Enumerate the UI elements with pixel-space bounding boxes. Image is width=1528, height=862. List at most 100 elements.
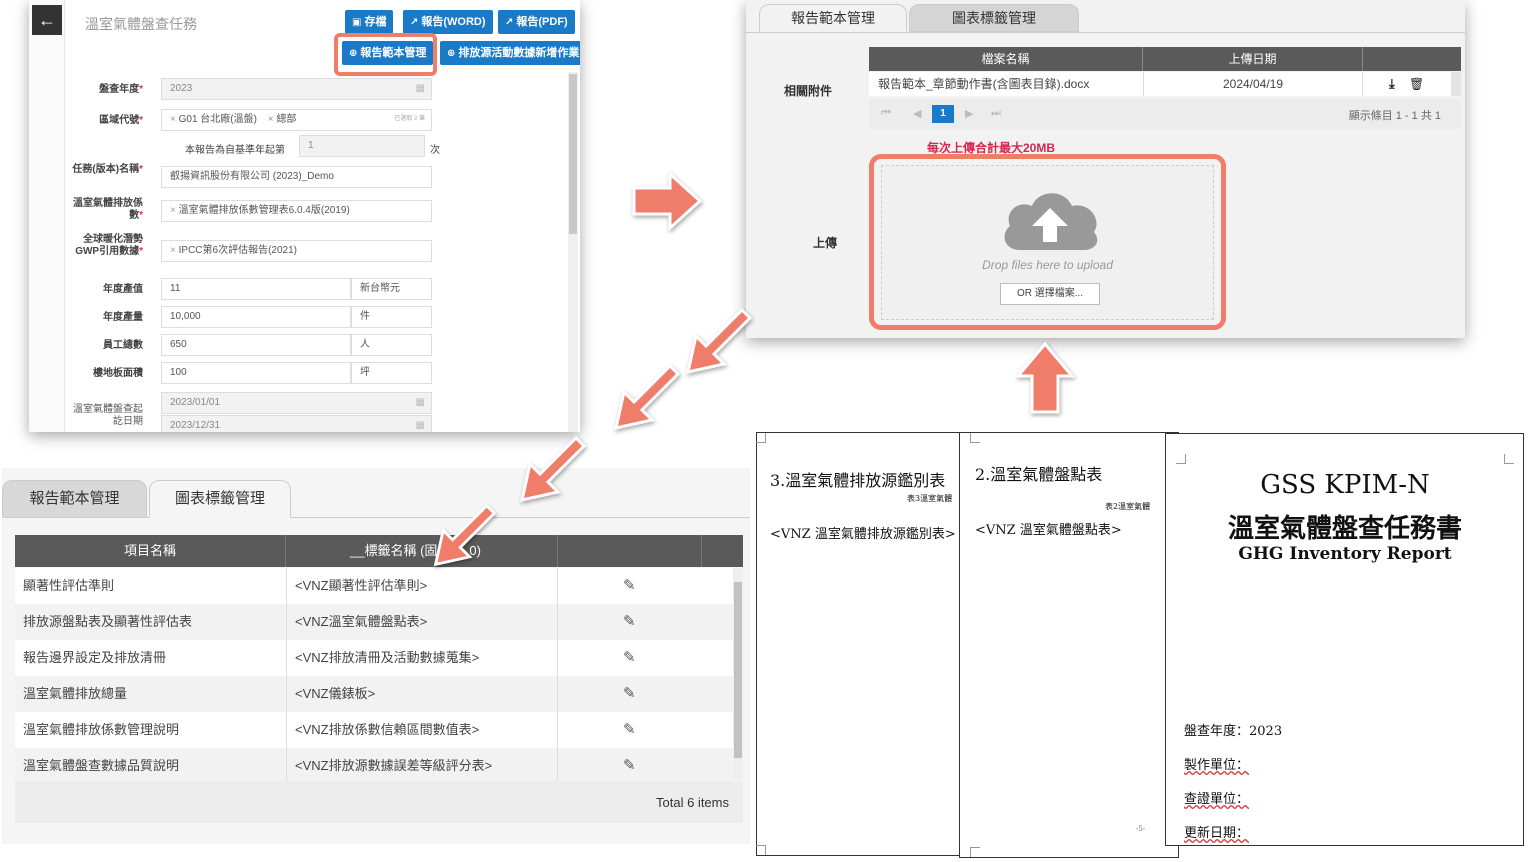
page-number: -5-	[1136, 825, 1146, 833]
column-tag-name[interactable]: __標籤名稱 (固 0)	[286, 535, 558, 567]
task-form-panel: ← 溫室氣體盤查任務 ▣ 存檔 ↗ 報告(WORD) ↗ 報告(PDF) ⊕ 報告範本管…	[29, 0, 580, 432]
cover-title: GSS KPIM-N	[1260, 470, 1430, 500]
grid-footer: Total 6 items	[15, 781, 743, 823]
form-scrollbar[interactable]	[568, 72, 578, 432]
item-name-cell: 溫室氣體排放總量	[23, 686, 128, 701]
period-start-input[interactable]: 2023/01/01 ▦	[161, 392, 432, 414]
form-body: 盤查年度* 2023 ▦ 區域代號* × G01 台北廠(溫盤) × 總部 已選取…	[65, 72, 580, 432]
floor-area-input[interactable]: 100	[161, 362, 351, 384]
employees-unit: 人	[351, 334, 432, 356]
left-bar: ←	[29, 0, 65, 432]
cover-title-en: GHG Inventory Report	[1238, 544, 1452, 564]
column-item-name[interactable]: 項目名稱	[15, 535, 286, 567]
edit-icon[interactable]: ✎	[623, 640, 636, 676]
table-row[interactable]: 報告範本_章節動作書(含圖表目錄).docx 2024/04/19 ⤓ 🗑	[869, 72, 1461, 96]
cover-updated: 更新日期：	[1184, 826, 1250, 841]
back-button[interactable]: ←	[32, 5, 62, 35]
cloud-upload-icon	[1004, 193, 1098, 250]
table-row[interactable]: 排放源盤點表及顯著性評估表 <VNZ溫室氣體盤點表> ✎	[15, 604, 733, 640]
emission-factor-select[interactable]: × 溫室氣體排放係數管理表6.0.4版(2019)	[161, 200, 432, 222]
period-end-input[interactable]: 2023/12/31 ▦	[161, 415, 432, 432]
doc-heading: 3.溫室氣體排放源鑑別表	[770, 471, 946, 490]
page-number-button[interactable]: 1	[932, 105, 954, 123]
tag-name-cell: <VNZ排放清冊及活動數據蒐集>	[286, 640, 558, 676]
edit-icon[interactable]: ✎	[623, 676, 636, 712]
tab-tag-mgmt[interactable]: 圖表標籤管理	[149, 480, 291, 518]
last-page-icon[interactable]: ⏭	[991, 107, 1001, 120]
tag-name-cell: <VNZ排放源數據誤差等級評分表>	[286, 748, 558, 784]
output-value-input[interactable]: 11	[161, 278, 351, 300]
doc-page-inventory: 2.溫室氣體盤點表 表2溫室氣體 <VNZ 溫室氣體盤點表> -5-	[959, 432, 1179, 858]
tag-name-cell: <VNZ儀錶板>	[286, 676, 558, 712]
report-pdf-button[interactable]: ↗ 報告(PDF)	[498, 10, 575, 34]
tag-grid-scrollbar[interactable]	[733, 568, 743, 780]
drop-hint: Drop files here to upload	[982, 258, 1113, 272]
column-file-name[interactable]: 檔案名稱	[869, 47, 1143, 71]
save-icon: ▣	[352, 17, 362, 28]
doc-tag: <VNZ 溫室氣體盤點表>	[975, 523, 1122, 538]
year-input[interactable]: 2023 ▦	[161, 78, 432, 100]
output-qty-input[interactable]: 10,000	[161, 306, 351, 328]
edit-icon[interactable]: ✎	[623, 748, 636, 784]
cover-year: 盤查年度：2023	[1184, 724, 1283, 739]
arrow-right-icon	[632, 170, 703, 232]
first-page-icon[interactable]: ⏮	[881, 107, 891, 120]
arrow-down-left-icon	[520, 435, 587, 502]
calendar-icon: ▦	[415, 420, 425, 431]
doc-page-emission-sources: 3.溫室氣體排放源鑑別表 表3溫室氣體 <VNZ 溫室氣體排放源鑑別表>	[756, 432, 972, 856]
choose-file-button[interactable]: OR 選擇檔案...	[1000, 283, 1100, 305]
document-preview-area: 3.溫室氣體排放源鑑別表 表3溫室氣體 <VNZ 溫室氣體排放源鑑別表> 2.溫…	[755, 410, 1524, 862]
employees-input[interactable]: 650	[161, 334, 351, 356]
doc-caption: 表3溫室氣體	[907, 494, 953, 503]
add-emission-data-button[interactable]: ⊕ 排放源活動數據新增作業	[440, 41, 580, 65]
pager: ⏮ ◀ 1 ▶ ⏭ 顯示條目 1 - 1 共 1	[869, 99, 1461, 129]
tab-tag-mgmt[interactable]: 圖表標籤管理	[909, 4, 1079, 32]
tag-name-cell: <VNZ溫室氣體盤點表>	[286, 604, 558, 640]
export-icon: ↗	[410, 17, 419, 28]
save-button[interactable]: ▣ 存檔	[345, 10, 394, 34]
report-word-button[interactable]: ↗ 報告(WORD)	[403, 10, 493, 34]
arrow-down-left-icon	[686, 307, 753, 374]
cover-maker: 製作單位：	[1184, 758, 1250, 773]
edit-icon[interactable]: ✎	[623, 604, 636, 640]
cover-verifier: 查證單位：	[1184, 792, 1250, 807]
selection-count: 已選取 2 筆	[394, 116, 425, 122]
arrow-left-icon: ←	[38, 10, 56, 30]
file-dropzone[interactable]: Drop files here to upload OR 選擇檔案...	[881, 165, 1214, 320]
table-row[interactable]: 溫室氣體盤查數據品質說明 <VNZ排放源數據誤差等級評分表> ✎	[15, 748, 733, 784]
export-icon: ↗	[505, 17, 514, 28]
template-mgmt-button[interactable]: ⊕ 報告範本管理	[342, 41, 434, 65]
tag-grid-header: 項目名稱 __標籤名稱 (固 0)	[15, 535, 743, 567]
baseline-input[interactable]: 1	[299, 135, 425, 157]
trash-icon[interactable]: 🗑	[1409, 72, 1424, 96]
column-upload-date[interactable]: 上傳日期	[1143, 47, 1363, 71]
template-upload-panel: 報告範本管理 圖表標籤管理 相關附件 檔案名稱 上傳日期 報告範本_章節動作書(…	[746, 0, 1465, 338]
page-title: 溫室氣體盤查任務	[85, 16, 197, 32]
task-name-input[interactable]: 叡揚資訊股份有限公司 (2023)_Demo	[161, 166, 432, 188]
attachments-grid-header: 檔案名稱 上傳日期	[869, 47, 1461, 71]
tab-template-mgmt[interactable]: 報告範本管理	[759, 4, 907, 32]
table-row[interactable]: 溫室氣體排放係數管理說明 <VNZ排放係數信賴區間數值表> ✎	[15, 712, 733, 748]
table-row[interactable]: 溫室氣體排放總量 <VNZ儀錶板> ✎	[15, 676, 733, 712]
edit-icon[interactable]: ✎	[623, 712, 636, 748]
doc-cover-page: GSS KPIM-N 溫室氣體盤查任務書 GHG Inventory Repor…	[1165, 433, 1524, 846]
output-value-unit: 新台幣元	[351, 278, 432, 300]
doc-caption: 表2溫室氣體	[1105, 502, 1151, 511]
item-name-cell: 溫室氣體盤查數據品質說明	[23, 758, 180, 773]
calendar-icon: ▦	[415, 83, 425, 94]
next-page-icon[interactable]: ▶	[965, 107, 973, 120]
doc-tag: <VNZ 溫室氣體排放源鑑別表>	[770, 527, 956, 542]
tab-template-mgmt[interactable]: 報告範本管理	[2, 480, 147, 518]
region-multiselect[interactable]: × G01 台北廠(溫盤) × 總部 已選取 2 筆	[161, 109, 432, 131]
doc-heading: 2.溫室氣體盤點表	[975, 465, 1103, 484]
table-row[interactable]: 顯著性評估準則 <VNZ顯著性評估準則> ✎	[15, 568, 733, 604]
output-qty-unit: 件	[351, 306, 432, 328]
download-icon[interactable]: ⤓	[1389, 72, 1395, 96]
file-name-cell[interactable]: 報告範本_章節動作書(含圖表目錄).docx	[878, 72, 1089, 96]
edit-icon[interactable]: ✎	[623, 568, 636, 604]
calendar-icon: ▦	[415, 397, 425, 408]
prev-page-icon[interactable]: ◀	[913, 107, 921, 120]
table-row[interactable]: 報告邊界設定及排放清冊 <VNZ排放清冊及活動數據蒐集> ✎	[15, 640, 733, 676]
region-tag: 總部	[276, 114, 297, 125]
gwp-select[interactable]: × IPCC第6次評估報告(2021)	[161, 240, 432, 262]
